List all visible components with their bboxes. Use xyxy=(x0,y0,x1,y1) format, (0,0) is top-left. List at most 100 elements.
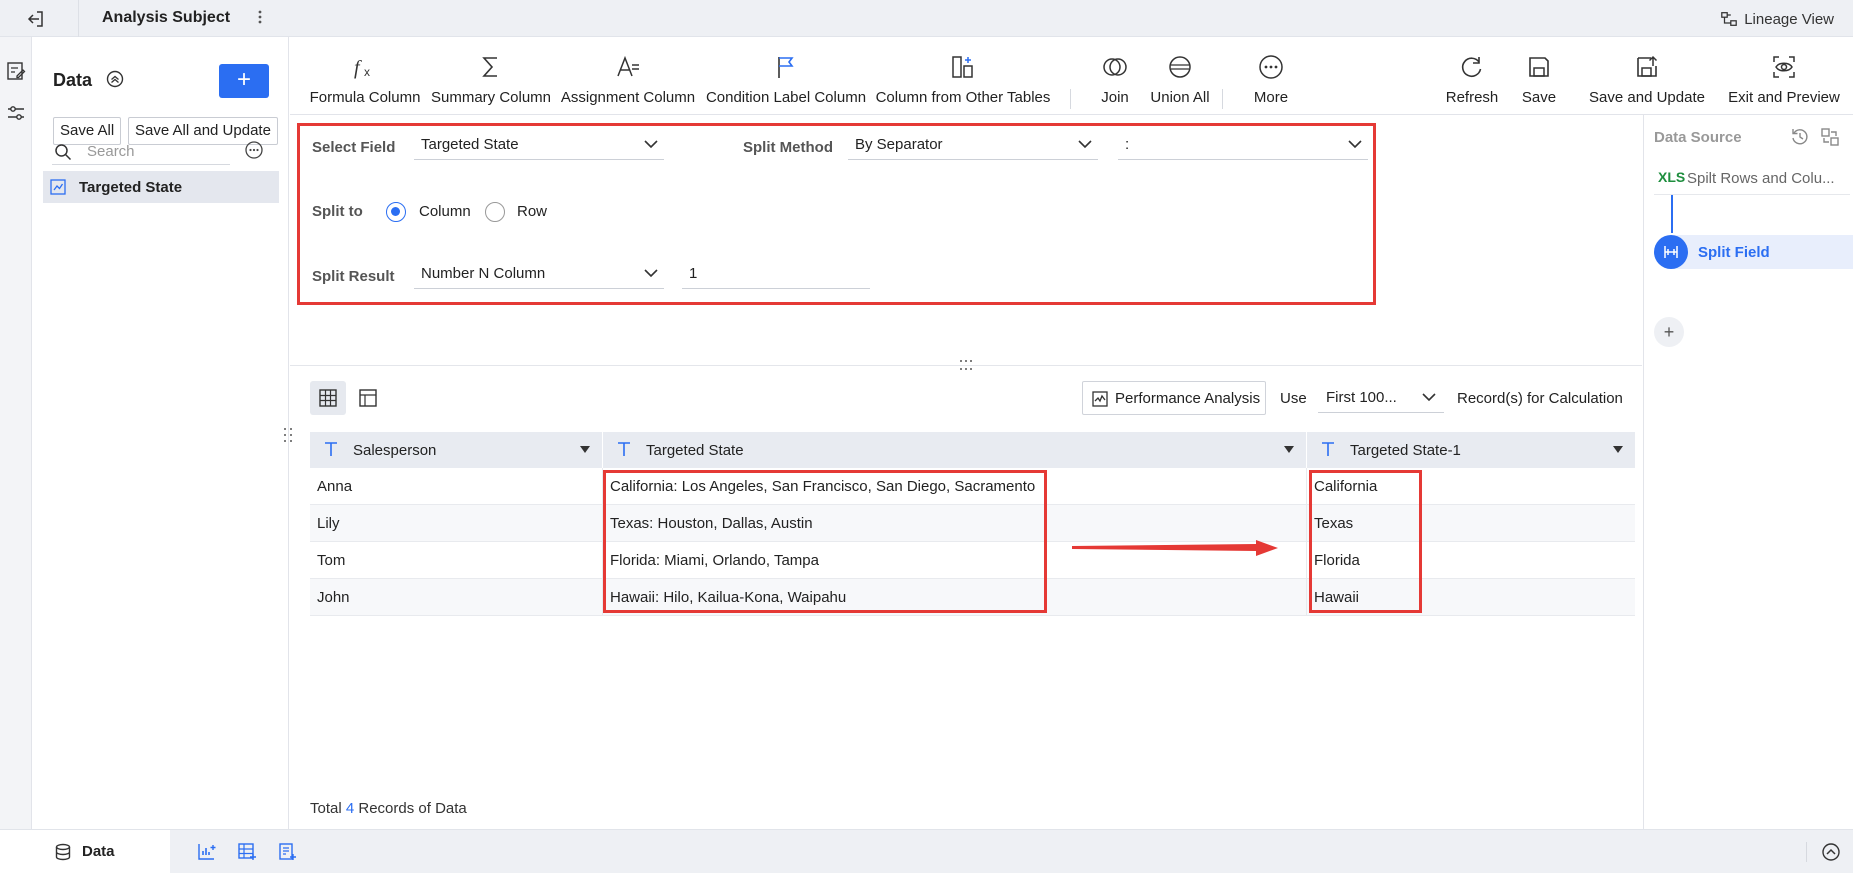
table-cell[interactable]: Anna xyxy=(310,468,603,505)
sigma-icon xyxy=(482,57,497,77)
bottom-bar: Data xyxy=(0,829,1853,873)
data-panel: Data + Save All Save All and Update Sear… xyxy=(33,37,289,829)
flow-connector xyxy=(1671,195,1673,233)
save-and-update-button[interactable]: Save and Update xyxy=(1586,37,1708,115)
column-from-other-tables-button[interactable]: Column from Other Tables xyxy=(874,37,1052,115)
add-table-icon[interactable] xyxy=(237,842,257,862)
more-button[interactable]: More xyxy=(1236,37,1306,115)
data-tab-label: Data xyxy=(82,843,115,860)
history-icon[interactable] xyxy=(1790,127,1810,147)
split-result-n-input[interactable]: 1 xyxy=(682,259,870,289)
search-field[interactable]: Search xyxy=(52,137,230,165)
data-edit-icon[interactable] xyxy=(6,61,26,81)
source-highlight-box xyxy=(603,470,1047,613)
select-field-dropdown[interactable]: Targeted State xyxy=(414,130,664,160)
add-report-icon[interactable] xyxy=(277,842,297,862)
summary-column-button[interactable]: Summary Column xyxy=(430,37,552,115)
lineage-view-button[interactable]: Lineage View xyxy=(1720,9,1834,29)
collapse-icon[interactable] xyxy=(106,70,124,88)
data-tab[interactable]: Data xyxy=(0,830,170,873)
divider xyxy=(78,0,79,37)
table-header: Salesperson Targeted State Targeted Stat… xyxy=(310,432,1635,468)
source-node[interactable]: XLS Spilt Rows and Colu... xyxy=(1654,161,1850,195)
column-header-label: Targeted State-1 xyxy=(1350,442,1461,459)
grid-view-button[interactable] xyxy=(310,381,346,415)
source-node-label: Spilt Rows and Colu... xyxy=(1687,170,1835,187)
split-to-row-radio[interactable] xyxy=(485,202,505,222)
text-type-icon xyxy=(325,442,337,456)
caret-down-icon[interactable] xyxy=(580,446,590,453)
split-to-row-label: Row xyxy=(517,203,548,220)
split-result-value: Number N Column xyxy=(421,265,546,282)
chevron-down-icon xyxy=(644,269,658,278)
separator-value: : xyxy=(1125,136,1130,153)
assignment-column-button[interactable]: Assignment Column xyxy=(560,37,696,115)
kebab-menu-icon[interactable] xyxy=(252,7,268,27)
save-label: Save xyxy=(1521,89,1557,106)
lineage-view-label: Lineage View xyxy=(1744,10,1834,28)
column-header-targeted-state[interactable]: Targeted State xyxy=(603,432,1307,468)
caret-down-icon[interactable] xyxy=(1284,446,1294,453)
table-cell[interactable]: John xyxy=(310,579,603,616)
select-field-value: Targeted State xyxy=(421,136,519,153)
formula-column-button[interactable]: f x Formula Column xyxy=(308,37,422,115)
refresh-label: Refresh xyxy=(1445,89,1499,106)
separator-dropdown[interactable]: : xyxy=(1118,130,1368,160)
exit-and-preview-button[interactable]: Exit and Preview xyxy=(1724,37,1844,115)
split-result-dropdown[interactable]: Number N Column xyxy=(414,259,664,289)
split-field-step-node[interactable]: Split Field xyxy=(1654,235,1853,269)
split-method-value: By Separator xyxy=(855,136,943,153)
search-input[interactable]: Search xyxy=(87,143,135,160)
chevron-down-icon xyxy=(1422,393,1436,402)
chevron-down-icon xyxy=(1348,140,1362,149)
layout-switch-icon[interactable] xyxy=(1820,127,1840,147)
join-button[interactable]: Join xyxy=(1090,37,1140,115)
settings-sliders-icon[interactable] xyxy=(6,103,26,123)
record-limit-dropdown[interactable]: First 100... xyxy=(1318,383,1444,413)
table-layout-button[interactable] xyxy=(350,381,386,415)
refresh-button[interactable]: Refresh xyxy=(1440,37,1504,115)
xls-icon: XLS xyxy=(1658,169,1686,185)
table-cell[interactable]: Tom xyxy=(310,542,603,579)
more-options-icon[interactable] xyxy=(244,140,264,160)
save-update-icon xyxy=(1637,55,1658,77)
data-panel-heading: Data xyxy=(53,70,93,90)
svg-text:x: x xyxy=(364,65,370,79)
caret-down-icon[interactable] xyxy=(1613,446,1623,453)
search-icon xyxy=(55,144,72,161)
panel-resize-handle-icon[interactable] xyxy=(283,426,293,444)
add-step-button[interactable]: + xyxy=(1654,317,1684,347)
layout-icon xyxy=(359,389,377,407)
resize-handle-icon[interactable] xyxy=(958,358,974,372)
table-cell[interactable]: Lily xyxy=(310,505,603,542)
more-icon xyxy=(1259,55,1283,79)
union-all-button[interactable]: Union All xyxy=(1140,37,1220,115)
add-data-button[interactable]: + xyxy=(219,64,269,98)
split-to-column-radio[interactable] xyxy=(386,202,406,222)
split-to-label: Split to xyxy=(312,203,363,220)
save-button[interactable]: Save xyxy=(1514,37,1564,115)
exit-and-preview-label: Exit and Preview xyxy=(1728,89,1840,106)
column-header-salesperson[interactable]: Salesperson xyxy=(310,432,603,468)
column-add-icon xyxy=(952,56,973,78)
page-title: Analysis Subject xyxy=(102,9,231,26)
add-chart-icon[interactable] xyxy=(197,842,217,862)
data-flow-panel: Data Source XLS Spilt Rows and Colu... S… xyxy=(1643,115,1853,829)
flag-icon xyxy=(778,57,794,78)
toolbar: f x Formula Column Summary Column Assign… xyxy=(290,37,1853,115)
exit-icon[interactable] xyxy=(26,9,46,29)
union-all-label: Union All xyxy=(1150,89,1210,106)
split-method-dropdown[interactable]: By Separator xyxy=(848,130,1098,160)
data-item-targeted-state[interactable]: Targeted State xyxy=(43,171,279,203)
condition-label-column-button[interactable]: Condition Label Column xyxy=(704,37,868,115)
total-suffix: Records of Data xyxy=(358,800,467,817)
performance-analysis-button[interactable]: Performance Analysis xyxy=(1082,381,1266,415)
chevron-up-circle-icon[interactable] xyxy=(1821,842,1841,862)
assignment-icon xyxy=(617,55,639,77)
record-limit-value: First 100... xyxy=(1326,389,1397,406)
split-result-n-value: 1 xyxy=(689,265,698,282)
summary-column-label: Summary Column xyxy=(430,89,552,106)
column-header-targeted-state-1[interactable]: Targeted State-1 xyxy=(1307,432,1635,468)
performance-icon xyxy=(1092,391,1108,407)
split-field-icon xyxy=(1654,235,1688,269)
